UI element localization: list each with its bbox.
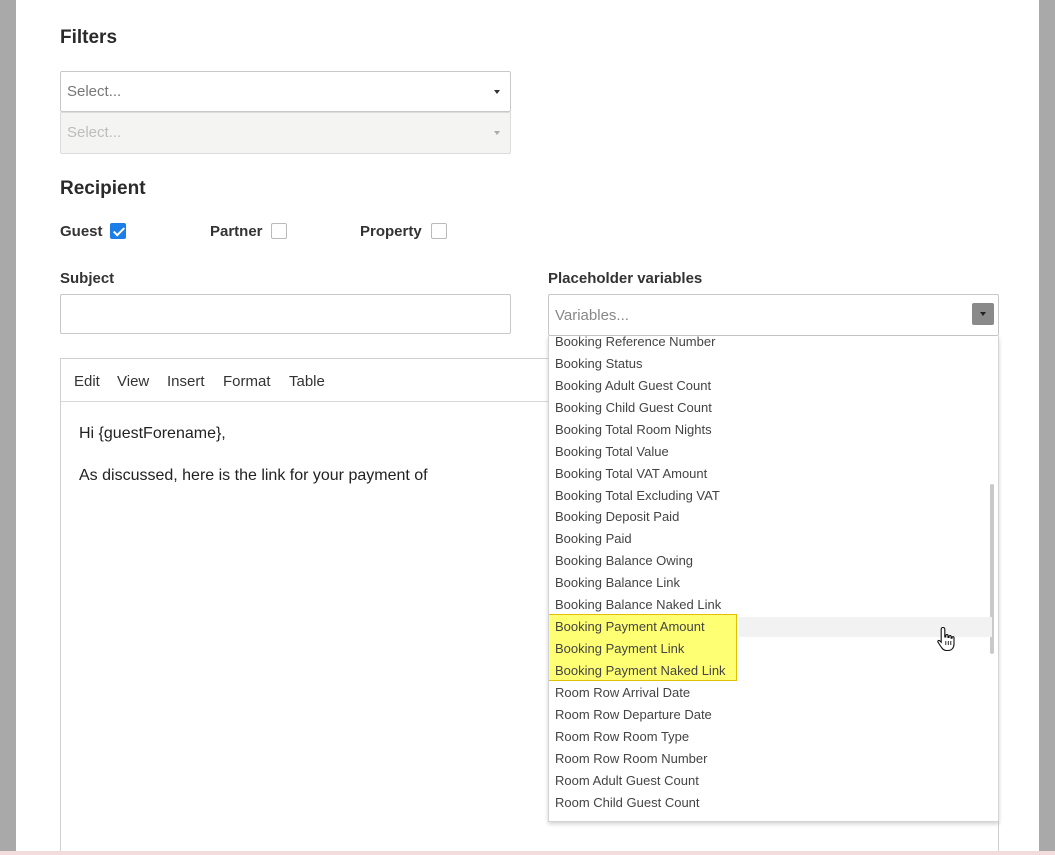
- variable-option[interactable]: Room Row Room Number: [549, 748, 989, 770]
- variable-option[interactable]: Booking Total Value: [549, 441, 989, 463]
- variable-option[interactable]: Booking Balance Owing: [549, 550, 989, 572]
- menu-format[interactable]: Format: [223, 373, 271, 390]
- variable-option[interactable]: Booking Reference Number: [549, 336, 989, 353]
- chevron-down-icon: [494, 90, 500, 94]
- variable-option[interactable]: Booking Status: [549, 353, 989, 375]
- variable-option[interactable]: Room Adult Guest Count: [549, 770, 989, 792]
- guest-checkbox[interactable]: [110, 223, 126, 239]
- property-label: Property: [360, 223, 422, 240]
- dropdown-toggle-button[interactable]: [972, 303, 994, 325]
- variable-option[interactable]: Booking Balance Link: [549, 572, 989, 594]
- filter-select-1-placeholder: Select...: [67, 83, 122, 100]
- menu-table[interactable]: Table: [289, 373, 325, 390]
- guest-label: Guest: [60, 223, 103, 240]
- variable-option[interactable]: Booking Child Guest Count: [549, 397, 989, 419]
- editor-line-2[interactable]: As discussed, here is the link for your …: [79, 467, 428, 485]
- variables-placeholder: Variables...: [555, 307, 629, 324]
- chevron-down-icon: [980, 312, 986, 316]
- variable-option[interactable]: Booking Paid: [549, 528, 989, 550]
- variable-option[interactable]: Room Row Departure Date: [549, 704, 989, 726]
- filter-select-2-placeholder: Select...: [67, 124, 122, 141]
- filters-heading: Filters: [60, 27, 118, 48]
- menu-edit[interactable]: Edit: [74, 373, 100, 390]
- email-template-modal: Filters Select... Select... Recipient Gu…: [16, 0, 1039, 851]
- subject-label: Subject: [60, 270, 115, 287]
- variable-option[interactable]: Room Child Guest Count: [549, 792, 989, 814]
- variable-option[interactable]: Booking Total Excluding VAT: [549, 485, 989, 507]
- editor-line-1[interactable]: Hi {guestForename},: [79, 425, 226, 443]
- variable-option[interactable]: Booking Adult Guest Count: [549, 375, 989, 397]
- partner-label: Partner: [210, 223, 263, 240]
- variable-option[interactable]: Booking Payment Naked Link: [549, 660, 989, 682]
- subject-input[interactable]: [60, 294, 511, 334]
- filter-select-1[interactable]: Select...: [60, 71, 511, 112]
- variable-option[interactable]: Booking Balance Naked Link: [549, 594, 989, 616]
- variable-option[interactable]: Room Row Arrival Date: [549, 682, 989, 704]
- filter-select-2: Select...: [60, 112, 511, 154]
- menu-insert[interactable]: Insert: [167, 373, 205, 390]
- placeholder-variables-label: Placeholder variables: [548, 270, 703, 287]
- hand-cursor-icon: [937, 626, 955, 652]
- bottom-strip: [0, 851, 1055, 855]
- partner-checkbox[interactable]: [271, 223, 287, 239]
- variable-option[interactable]: Room Row Room Type: [549, 726, 989, 748]
- variables-dropdown-list[interactable]: Booking Reference Number Booking Status …: [548, 336, 999, 822]
- variable-option[interactable]: Booking Deposit Paid: [549, 506, 989, 528]
- variables-select[interactable]: Variables...: [548, 294, 999, 336]
- chevron-down-icon: [494, 131, 500, 135]
- menu-view[interactable]: View: [117, 373, 149, 390]
- variable-option[interactable]: Booking Payment Link: [549, 638, 989, 660]
- property-checkbox[interactable]: [431, 223, 447, 239]
- recipient-heading: Recipient: [60, 178, 146, 199]
- variable-option[interactable]: Booking Total Room Nights: [549, 419, 989, 441]
- variable-option[interactable]: Booking Total VAT Amount: [549, 463, 989, 485]
